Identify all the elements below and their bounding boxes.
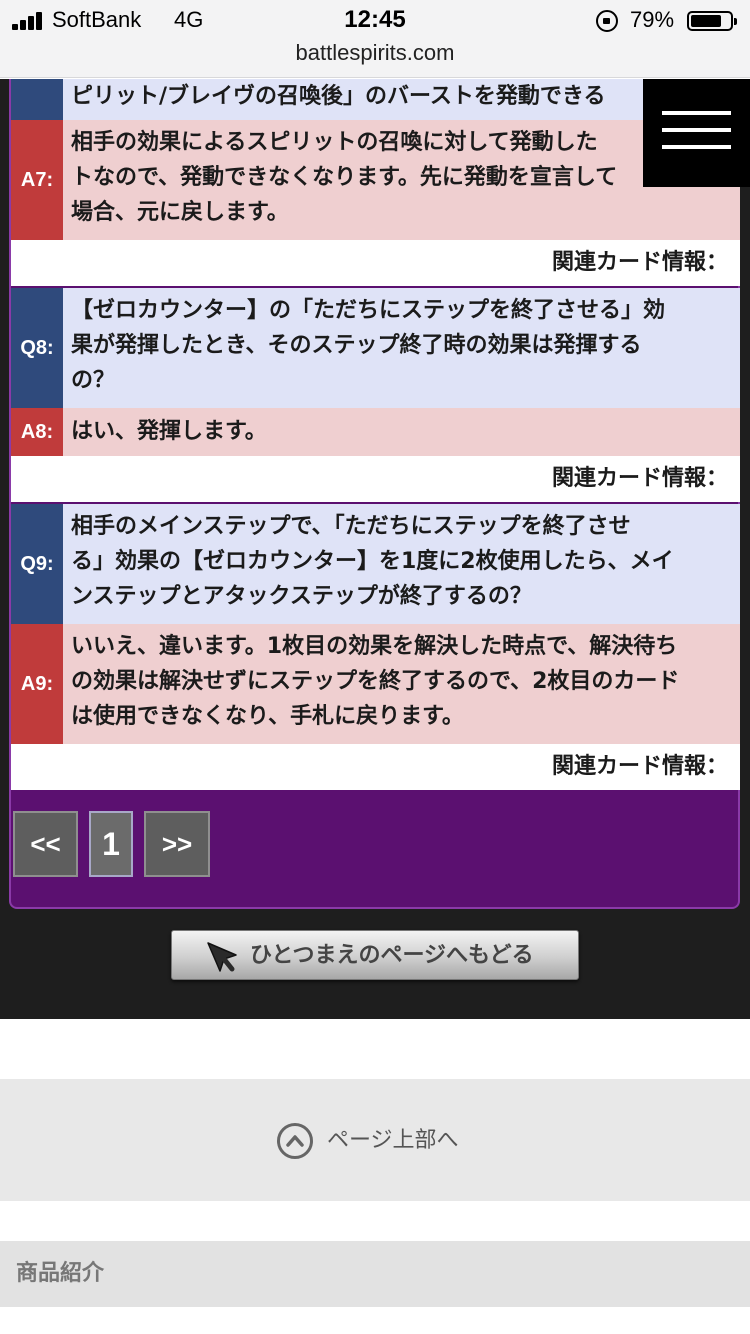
answer-line: の効果は解決せずにステップを終了するので、2枚目のカード [71,669,680,694]
chevron-up-icon [277,1123,313,1159]
related-card-info-link[interactable]: 関連カード情報： [11,744,740,790]
status-bar: SoftBank 4G 12:45 79% battlespirits.com [0,0,750,78]
products-label: 商品紹介 [16,1261,105,1286]
answer-line: はい、発揮します。 [71,419,267,444]
battery-icon [687,11,737,31]
question-line: 相手のメインステップで、「ただちにステップを終了させ [71,514,631,539]
answer-label: A7: [11,120,63,240]
prev-page-button[interactable]: << [13,811,78,877]
answer-label: A9: [11,624,63,744]
question-label: Q9: [11,504,63,624]
answer-line: いいえ、違います。1枚目の効果を解決した時点で、解決待ち [71,634,678,659]
question-label [11,79,63,120]
faq-panel: ピリット/ブレイヴの召喚後」のバーストを発動できる A7: 相手の効果によるスピ… [9,79,740,909]
related-card-info-link[interactable]: 関連カード情報： [11,240,740,286]
faq-question-row: Q9: 相手のメインステップで、「ただちにステップを終了させ る」効果の【ゼロカ… [11,504,740,624]
question-line: ピリット/ブレイヴの召喚後」のバーストを発動できる [71,84,606,109]
answer-text: 相手の効果によるスピリットの召喚に対して発動した トなので、発動できなくなります… [63,120,740,240]
rotation-lock-icon [596,10,618,32]
question-line: 果が発揮したとき、そのステップ終了時の効果は発揮する [71,333,642,358]
question-text: 【ゼロカウンター】の「ただちにステップを終了させる」効 果が発揮したとき、そのス… [63,288,740,408]
faq-answer-row: A7: 相手の効果によるスピリットの召喚に対して発動した トなので、発動できなく… [11,120,740,240]
question-text: ピリット/ブレイヴの召喚後」のバーストを発動できる [63,79,740,120]
question-label: Q8: [11,288,63,408]
page-top-label: ページ上部へ [327,1128,459,1153]
question-line: の？ [71,368,116,393]
question-line: ンステップとアタックステップが終了するの？ [71,584,532,609]
answer-text: いいえ、違います。1枚目の効果を解決した時点で、解決待ち の効果は解決せずにステ… [63,624,740,744]
faq-question-row: Q8: 【ゼロカウンター】の「ただちにステップを終了させる」効 果が発揮したとき… [11,288,740,408]
pointer-cursor-icon [207,942,237,972]
page-top-link[interactable]: ページ上部へ [0,1079,750,1201]
question-line: る」効果の【ゼロカウンター】を1度に2枚使用したら、メイ [71,549,674,574]
next-page-button[interactable]: >> [144,811,210,877]
back-to-previous-page-button[interactable]: ひとつまえのページへもどる [171,930,579,980]
question-text: 相手のメインステップで、「ただちにステップを終了させ る」効果の【ゼロカウンター… [63,504,740,624]
faq-answer-row: A8: はい、発揮します。 [11,408,740,456]
products-section-header[interactable]: 商品紹介 [0,1241,750,1307]
faq-answer-row: A9: いいえ、違います。1枚目の効果を解決した時点で、解決待ち の効果は解決せ… [11,624,740,744]
answer-line: は使用できなくなり、手札に戻ります。 [71,704,464,729]
back-button-label: ひとつまえのページへもどる [250,943,534,968]
answer-line: 場合、元に戻します。 [71,200,289,225]
answer-text: はい、発揮します。 [63,408,740,456]
related-card-info-link[interactable]: 関連カード情報： [11,456,740,502]
question-line: 【ゼロカウンター】の「ただちにステップを終了させる」効 [71,298,666,323]
answer-line: 相手の効果によるスピリットの召喚に対して発動した [71,130,598,155]
battery-percent: 79% [630,7,675,32]
url-bar[interactable]: battlespirits.com [0,40,750,66]
faq-question-row: ピリット/ブレイヴの召喚後」のバーストを発動できる [11,79,740,120]
answer-line: トなので、発動できなくなります。先に発動を宣言して [71,165,618,190]
menu-button[interactable] [643,79,750,187]
answer-label: A8: [11,408,63,456]
current-page-button[interactable]: 1 [89,811,133,877]
